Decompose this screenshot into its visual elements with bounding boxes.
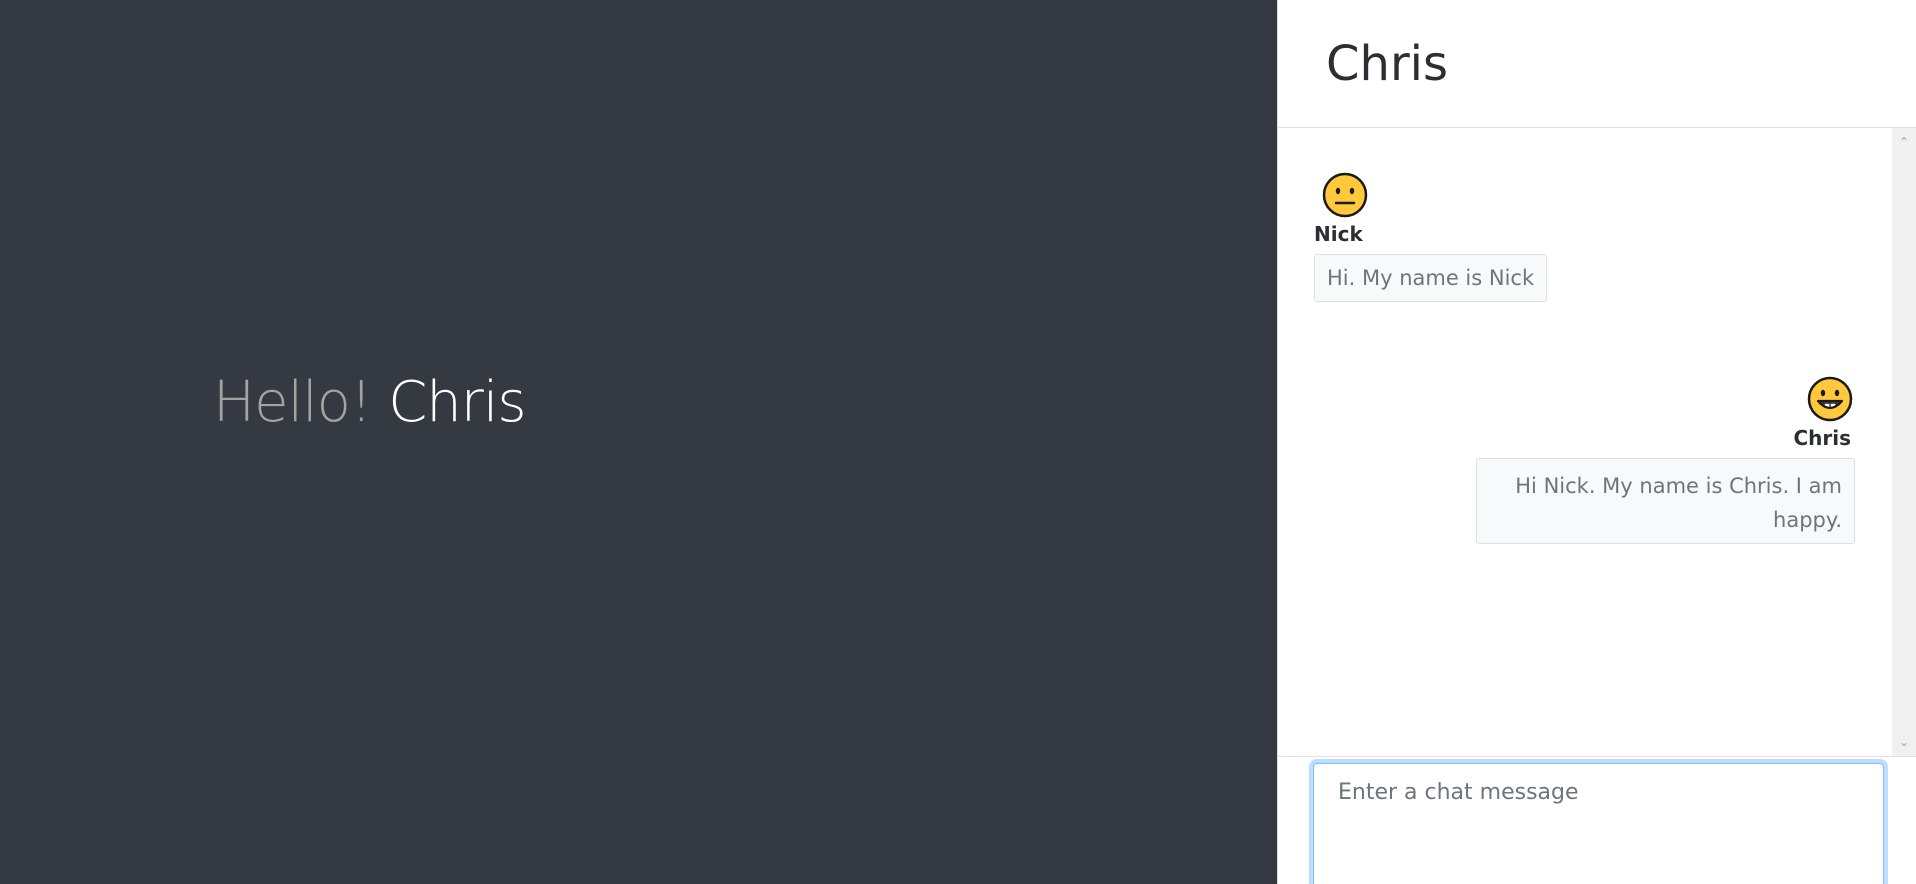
- welcome-pane: Hello! Chris: [0, 0, 1277, 884]
- chat-header: Chris: [1278, 0, 1916, 128]
- app: Hello! Chris Chris Nick Hi. My name is N…: [0, 0, 1916, 884]
- chat-message: Chris Hi Nick. My name is Chris. I am ha…: [1476, 376, 1855, 544]
- message-bubble: Hi Nick. My name is Chris. I am happy.: [1476, 458, 1855, 544]
- greeting-username: Chris: [388, 370, 526, 435]
- neutral-face-emoji-icon: [1322, 172, 1368, 218]
- chat-scrollbar[interactable]: ⌃ ⌄: [1892, 128, 1916, 756]
- message-bubble: Hi. My name is Nick: [1314, 254, 1548, 302]
- scroll-down-icon[interactable]: ⌄: [1892, 732, 1916, 752]
- chat-message: Nick Hi. My name is Nick: [1314, 172, 1548, 302]
- chat-messages[interactable]: Nick Hi. My name is Nick Chris Hi Nick. …: [1278, 128, 1893, 756]
- message-sender: Chris: [1793, 426, 1851, 450]
- chat-panel: Chris Nick Hi. My name is Nick Chris Hi …: [1277, 0, 1916, 884]
- scroll-up-icon[interactable]: ⌃: [1892, 132, 1916, 152]
- chat-title: Chris: [1326, 35, 1449, 92]
- grinning-face-emoji-icon: [1807, 376, 1853, 422]
- message-sender: Nick: [1314, 222, 1363, 246]
- chat-composer: [1278, 756, 1916, 884]
- greeting-hello: Hello!: [213, 370, 372, 435]
- greeting-heading: Hello! Chris: [213, 370, 527, 435]
- chat-message-input[interactable]: [1313, 763, 1884, 884]
